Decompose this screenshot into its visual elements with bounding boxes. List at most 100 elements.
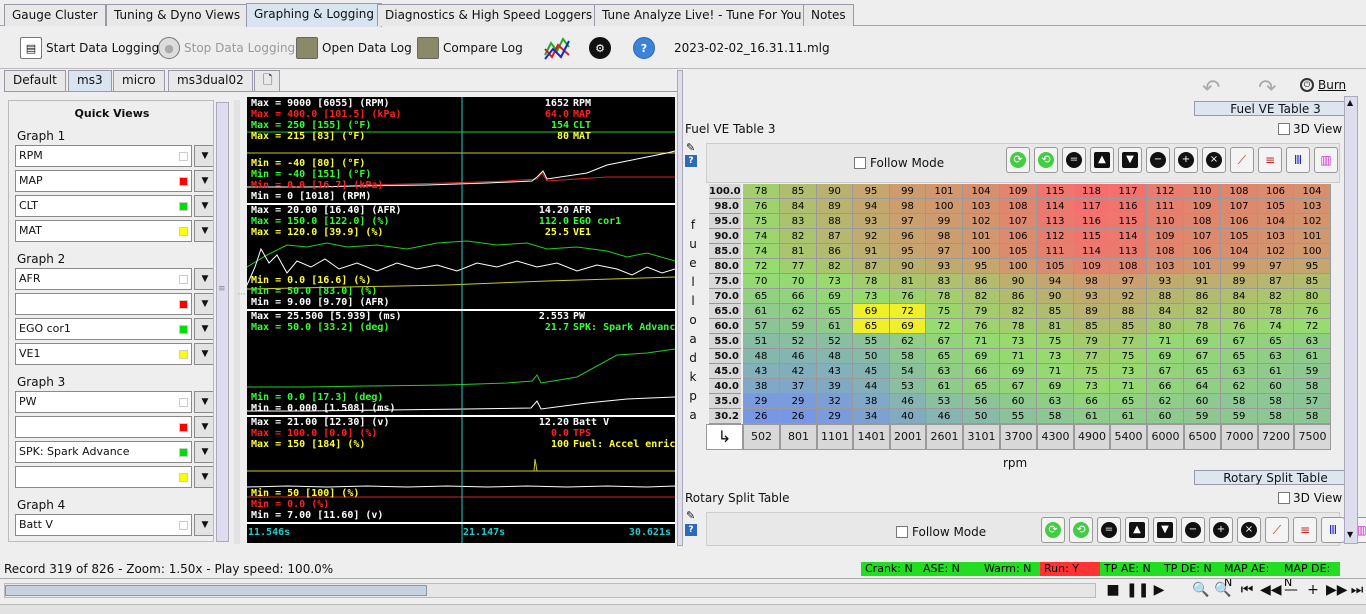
ve-cell[interactable]: 98 [926, 229, 963, 244]
ve-cell[interactable]: 87 [853, 259, 890, 274]
ve-cell[interactable]: 80 [1294, 289, 1331, 304]
zoom-out-icon[interactable]: 🔍 [1192, 582, 1210, 598]
load-row-header[interactable]: 95.0 [709, 214, 741, 229]
ve-cell[interactable]: 72 [890, 304, 926, 319]
ve-cell[interactable]: 97 [890, 214, 926, 229]
ve-cell[interactable]: 97 [1110, 274, 1147, 289]
ve-cell[interactable]: 95 [1294, 259, 1331, 274]
step-back-icon[interactable]: ◀◀ [1260, 582, 1282, 598]
tab-diagnostics[interactable]: Diagnostics & High Speed Loggers [377, 4, 601, 26]
channel-select[interactable]: SPK: Spark Advance ▼ [15, 441, 213, 463]
ve-cell[interactable]: 78 [1258, 304, 1294, 319]
tab-micro[interactable]: micro [113, 70, 165, 91]
rpm-column-header[interactable]: 4900 [1074, 424, 1110, 450]
rpm-column-header[interactable]: 4300 [1037, 424, 1074, 450]
ve-cell[interactable]: 93 [853, 214, 890, 229]
ve-cell[interactable]: 61 [1074, 409, 1110, 424]
ve-cell[interactable]: 62 [1221, 379, 1258, 394]
ve-cell[interactable]: 82 [963, 289, 1000, 304]
ve-cell[interactable]: 29 [743, 394, 780, 409]
ve-cell[interactable]: 82 [1258, 289, 1294, 304]
rpm-column-header[interactable]: 6000 [1147, 424, 1184, 450]
start-logging-button[interactable]: ▤ Start Data Logging [20, 34, 159, 62]
ve-cell[interactable]: 117 [1074, 199, 1110, 214]
ve-cell[interactable]: 78 [1184, 319, 1221, 334]
ve-cell[interactable]: 102 [963, 214, 1000, 229]
ve-cell[interactable]: 57 [743, 319, 780, 334]
channel-select[interactable]: RPM ▼ [15, 145, 213, 167]
ve-cell[interactable]: 82 [1000, 304, 1037, 319]
tab-gauge-cluster[interactable]: Gauge Cluster [4, 4, 106, 26]
ve-cell[interactable]: 114 [1110, 229, 1147, 244]
log-graph[interactable]: Max = 9000 [6055] (RPM) Max = 400.0 [101.… [247, 97, 675, 543]
last-record-icon[interactable]: ⏭ [1348, 582, 1366, 598]
ve-cell[interactable]: 60 [1258, 379, 1294, 394]
ve-cell[interactable]: 86 [963, 274, 1000, 289]
ve-cell[interactable]: 86 [817, 244, 853, 259]
ve-cell[interactable]: 91 [1184, 274, 1221, 289]
ve-cell[interactable]: 95 [853, 184, 890, 199]
ve-cell[interactable]: 115 [1037, 184, 1074, 199]
rpm-column-header[interactable]: 7000 [1221, 424, 1258, 450]
tab-ms3dual02[interactable]: ms3dual02 [168, 70, 253, 91]
ve-cell[interactable]: 87 [1258, 274, 1294, 289]
ve-cell[interactable]: 65 [1110, 394, 1147, 409]
ve-cell[interactable]: 116 [1074, 214, 1110, 229]
channel-select[interactable]: Batt V ▼ [15, 514, 213, 536]
ve-cell[interactable]: 64 [1184, 379, 1221, 394]
load-row-header[interactable]: 85.0 [709, 244, 741, 259]
ve-cell[interactable]: 70 [743, 274, 780, 289]
compare-log-button[interactable]: Compare Log [417, 34, 523, 62]
ve-cell[interactable]: 88 [1147, 289, 1184, 304]
ve-cell[interactable]: 61 [1110, 409, 1147, 424]
ve-cell[interactable]: 99 [1221, 259, 1258, 274]
dropdown-arrow-icon[interactable]: ▼ [194, 416, 213, 438]
rpm-column-header[interactable]: 3700 [1000, 424, 1037, 450]
ve-cell[interactable]: 53 [890, 379, 926, 394]
ve-cell[interactable]: 79 [963, 304, 1000, 319]
interpolate-icon[interactable]: ⟋ [1265, 517, 1289, 543]
ve-cell[interactable]: 114 [1074, 244, 1110, 259]
load-row-header[interactable]: 60.0 [709, 319, 741, 334]
ve-cell[interactable]: 108 [1147, 244, 1184, 259]
ve-cell[interactable]: 78 [926, 289, 963, 304]
follow-mode-checkbox[interactable]: Follow Mode [854, 156, 944, 170]
up-icon[interactable]: ▲ [1090, 147, 1114, 173]
channel-select-value[interactable]: EGO cor1 [15, 318, 192, 340]
ve-cell[interactable]: 61 [817, 319, 853, 334]
ve-cell[interactable]: 72 [926, 319, 963, 334]
ve-cell[interactable]: 100 [1000, 259, 1037, 274]
ve-cell[interactable]: 83 [780, 214, 817, 229]
rpm-column-header[interactable]: 7500 [1294, 424, 1331, 450]
ve-cell[interactable]: 69 [1147, 349, 1184, 364]
ve-cell[interactable]: 61 [1294, 349, 1331, 364]
ve-cell[interactable]: 66 [963, 364, 1000, 379]
ve-cell[interactable]: 73 [817, 274, 853, 289]
ve-cell[interactable]: 101 [926, 184, 963, 199]
ve-cell[interactable]: 53 [926, 394, 963, 409]
ve-cell[interactable]: 84 [780, 199, 817, 214]
ve-cell[interactable]: 90 [1037, 289, 1074, 304]
play-icon[interactable]: ▶ [1150, 582, 1168, 598]
ve-cell[interactable]: 75 [926, 304, 963, 319]
minus-icon[interactable]: — [1282, 582, 1300, 598]
ve-cell[interactable]: 67 [1221, 334, 1258, 349]
dropdown-arrow-icon[interactable]: ▼ [194, 514, 213, 536]
ve-cell[interactable]: 65 [1221, 349, 1258, 364]
tab-new-layout[interactable]: 🗋 [254, 70, 280, 91]
ve-cell[interactable]: 81 [780, 244, 817, 259]
axis-corner-icon[interactable]: ↳ [706, 424, 743, 450]
rpm-column-header[interactable]: 801 [780, 424, 817, 450]
ve-cell[interactable]: 56 [963, 394, 1000, 409]
ve-cell[interactable]: 75 [1037, 334, 1074, 349]
channel-select[interactable]: VE1 ▼ [15, 343, 213, 365]
channel-select[interactable]: ▼ [15, 416, 213, 438]
ve-cell[interactable]: 99 [890, 184, 926, 199]
dropdown-arrow-icon[interactable]: ▼ [194, 170, 213, 192]
ve-cell[interactable]: 108 [1000, 199, 1037, 214]
ve-cell[interactable]: 58 [1258, 409, 1294, 424]
ve-cell[interactable]: 71 [1037, 364, 1074, 379]
load-row-header[interactable]: 50.0 [709, 349, 741, 364]
open-log-button[interactable]: Open Data Log [296, 34, 412, 62]
ve-cell[interactable]: 112 [1147, 184, 1184, 199]
